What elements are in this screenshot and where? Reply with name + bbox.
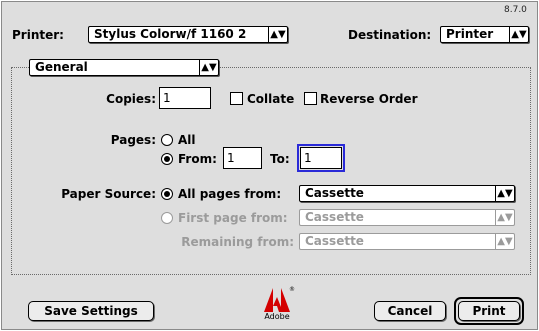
all-pages-source-value: Cassette	[305, 186, 364, 200]
all-pages-source-popup[interactable]: Cassette ▲▼	[299, 185, 515, 202]
adobe-wordmark: Adobe	[264, 312, 290, 321]
first-page-source-popup[interactable]: Cassette ▲▼	[299, 209, 515, 226]
remaining-source-popup[interactable]: Cassette ▲▼	[299, 233, 515, 250]
panel-popup[interactable]: General ▲▼	[29, 59, 219, 76]
pages-to-field[interactable]: 1	[297, 144, 345, 172]
adobe-logo-icon	[264, 288, 290, 312]
printer-label: Printer:	[12, 28, 64, 42]
copies-label: Copies:	[106, 92, 156, 106]
reverse-order-checkbox[interactable]	[304, 92, 317, 105]
panel-popup-value: General	[35, 60, 88, 74]
version-label: 8.7.0	[504, 5, 527, 15]
cancel-button[interactable]: Cancel	[374, 301, 446, 321]
updown-arrow-icon: ▲▼	[495, 234, 514, 249]
pages-from-label: From:	[178, 152, 217, 166]
updown-arrow-icon: ▲▼	[495, 210, 514, 225]
first-page-from-radio[interactable]	[161, 212, 173, 224]
printer-popup-value: Stylus Colorw/f 1160 2	[94, 27, 247, 41]
pages-from-radio[interactable]	[161, 153, 173, 165]
save-settings-button[interactable]: Save Settings	[28, 301, 154, 321]
destination-label: Destination:	[348, 28, 432, 42]
printer-popup[interactable]: Stylus Colorw/f 1160 2 ▲▼	[88, 26, 288, 43]
collate-checkbox[interactable]	[230, 92, 243, 105]
pages-all-label: All	[178, 133, 196, 147]
pages-to-label: To:	[270, 152, 290, 166]
all-pages-from-label: All pages from:	[178, 187, 282, 201]
destination-popup-value: Printer	[446, 27, 494, 41]
copies-field[interactable]: 1	[159, 87, 211, 109]
adobe-registered-mark: ®	[289, 286, 295, 293]
updown-arrow-icon: ▲▼	[509, 27, 528, 42]
updown-arrow-icon: ▲▼	[495, 186, 514, 201]
first-page-from-label: First page from:	[178, 211, 288, 225]
destination-popup[interactable]: Printer ▲▼	[440, 26, 529, 43]
paper-source-label: Paper Source:	[61, 187, 156, 201]
reverse-order-label: Reverse Order	[320, 92, 418, 106]
updown-arrow-icon: ▲▼	[268, 27, 287, 42]
print-dialog: 8.7.0 Printer: Stylus Colorw/f 1160 2 ▲▼…	[1, 1, 538, 330]
print-button[interactable]: Print	[458, 301, 520, 321]
pages-label: Pages:	[110, 133, 156, 147]
updown-arrow-icon: ▲▼	[199, 60, 218, 75]
pages-all-radio[interactable]	[161, 134, 173, 146]
pages-from-field[interactable]: 1	[223, 147, 262, 169]
all-pages-from-radio[interactable]	[161, 188, 173, 200]
remaining-source-value: Cassette	[305, 234, 364, 248]
first-page-source-value: Cassette	[305, 210, 364, 224]
remaining-from-label: Remaining from:	[181, 235, 294, 249]
adobe-logo: Adobe ®	[260, 286, 295, 326]
collate-label: Collate	[247, 92, 295, 106]
